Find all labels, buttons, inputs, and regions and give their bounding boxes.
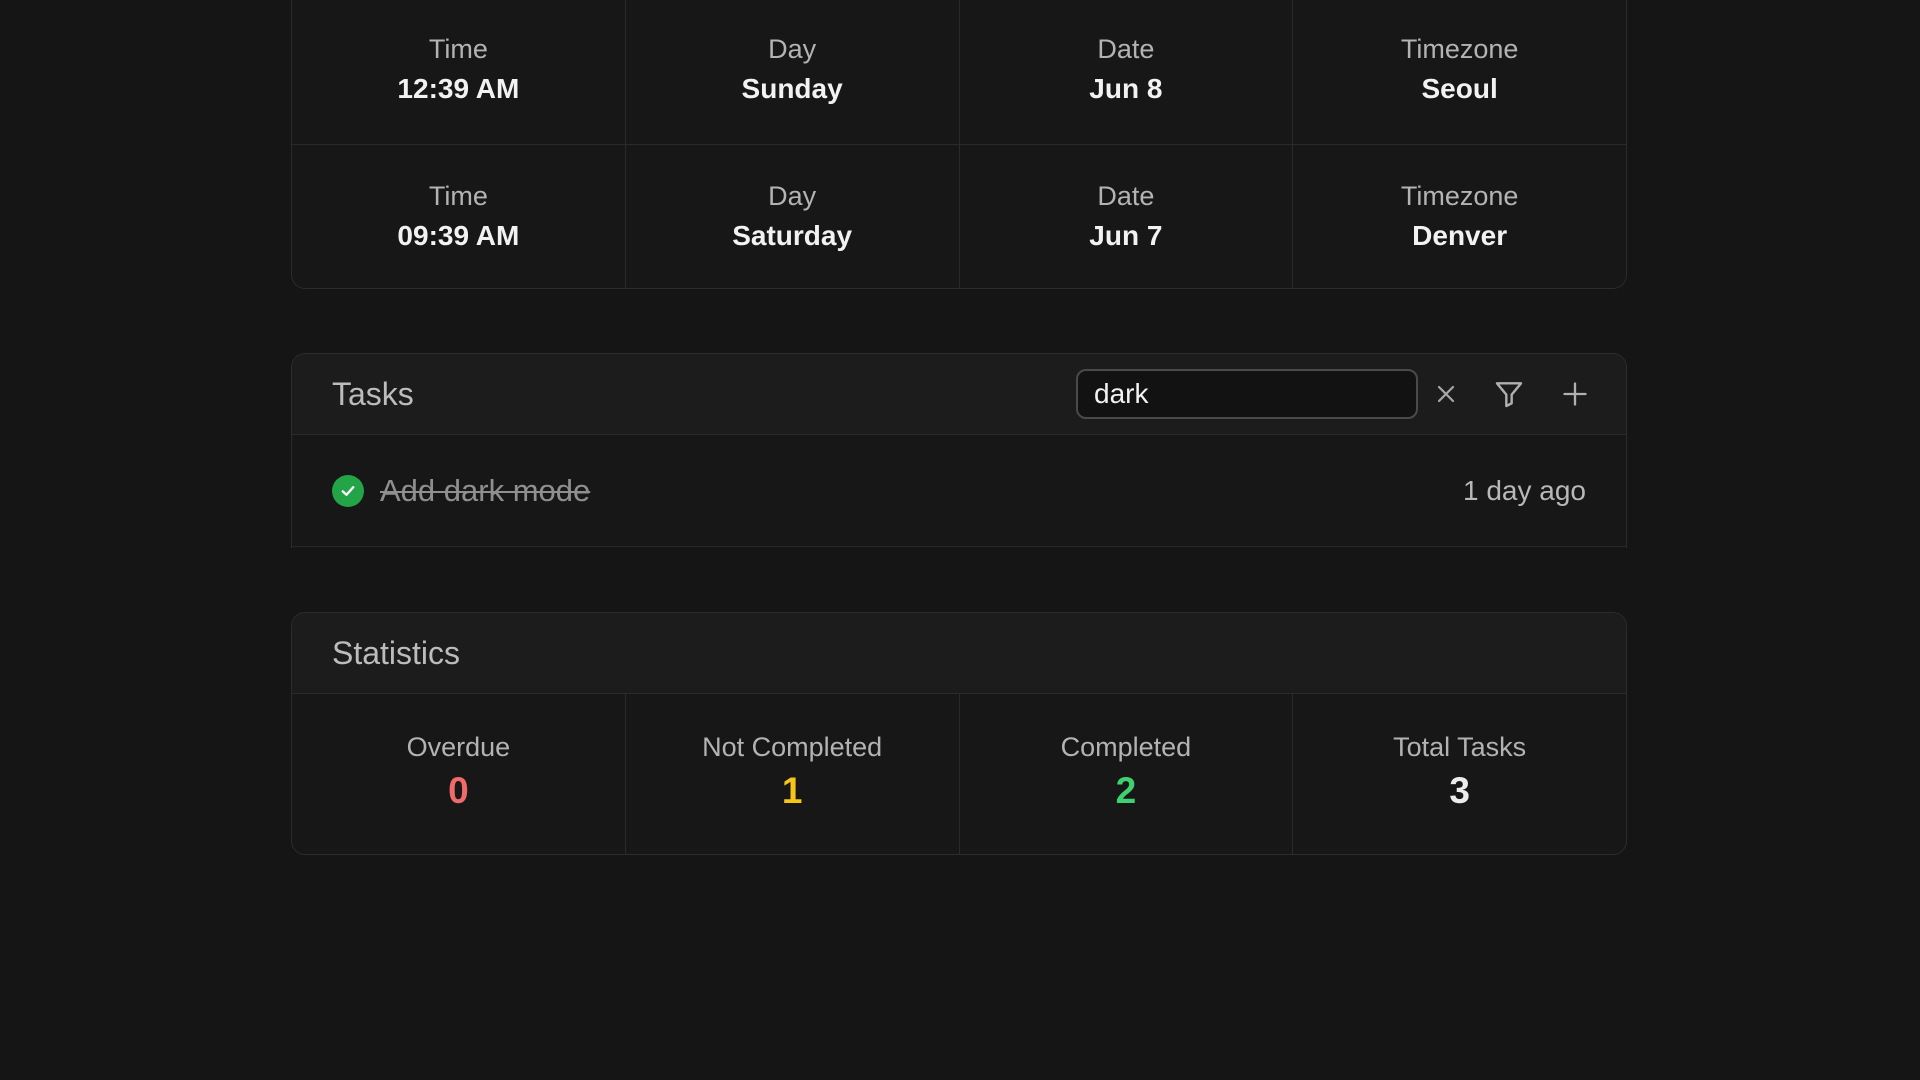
time-cell: Time 09:39 AM <box>292 145 626 288</box>
date-value: Jun 8 <box>1089 73 1163 104</box>
timezone-value: Denver <box>1412 220 1508 251</box>
close-icon[interactable] <box>1426 374 1466 414</box>
date-label: Date <box>1097 181 1155 211</box>
timezone-label: Timezone <box>1400 181 1519 211</box>
stat-label: Total Tasks <box>1393 731 1527 762</box>
date-value: Jun 7 <box>1089 220 1163 251</box>
statistics-card: Statistics Overdue 0 Not Completed 1 Com… <box>291 612 1627 855</box>
task-title[interactable]: Add dark mode <box>380 473 590 509</box>
day-cell: Day Saturday <box>626 145 960 288</box>
tasks-header: Tasks <box>292 354 1626 435</box>
day-value: Sunday <box>741 73 843 104</box>
stat-overdue: Overdue 0 <box>292 694 626 854</box>
time-value: 12:39 AM <box>397 73 520 104</box>
time-label: Time <box>428 181 488 211</box>
time-cell: Time 12:39 AM <box>292 0 626 144</box>
statistics-title: Statistics <box>332 634 461 671</box>
date-label: Date <box>1097 34 1155 64</box>
plus-icon[interactable] <box>1555 374 1595 414</box>
time-label: Time <box>428 34 488 64</box>
stat-label: Not Completed <box>702 731 883 762</box>
stat-value: 0 <box>448 769 469 811</box>
tasks-card: Tasks dark Add dark mode 1 day ago <box>291 353 1627 548</box>
timezone-label: Timezone <box>1400 34 1519 64</box>
stat-value: 3 <box>1449 769 1470 811</box>
day-cell: Day Sunday <box>626 0 960 144</box>
stat-total-tasks: Total Tasks 3 <box>1293 694 1626 854</box>
date-cell: Date Jun 8 <box>960 0 1294 144</box>
timezone-row-seoul: Time 12:39 AM Day Sunday Date Jun 8 Time… <box>292 0 1626 144</box>
stat-label: Overdue <box>406 731 511 762</box>
check-circle-icon[interactable] <box>332 474 364 507</box>
stat-value: 2 <box>1115 769 1137 811</box>
timezone-value: Seoul <box>1421 73 1498 104</box>
timezone-cell: Timezone Denver <box>1293 145 1626 288</box>
stat-value: 1 <box>781 769 803 811</box>
day-label: Day <box>768 34 817 64</box>
tasks-title: Tasks <box>332 375 414 412</box>
stat-label: Completed <box>1060 731 1192 762</box>
date-cell: Date Jun 7 <box>960 145 1294 288</box>
page: Time 12:39 AM Day Sunday Date Jun 8 Time… <box>0 0 1920 1080</box>
task-time: 1 day ago <box>1463 474 1586 506</box>
filter-icon[interactable] <box>1489 374 1529 414</box>
stat-not-completed: Not Completed 1 <box>626 694 960 854</box>
world-clock-card: Time 12:39 AM Day Sunday Date Jun 8 Time… <box>291 0 1627 289</box>
task-row[interactable]: Add dark mode 1 day ago <box>292 435 1626 547</box>
task-search-input[interactable] <box>1094 378 1400 410</box>
statistics-header: Statistics <box>292 613 1626 694</box>
task-search-box[interactable] <box>1076 369 1418 419</box>
day-value: Saturday <box>732 220 853 251</box>
statistics-row: Overdue 0 Not Completed 1 Completed 2 To… <box>292 694 1626 854</box>
time-value: 09:39 AM <box>397 220 520 251</box>
day-label: Day <box>768 181 817 211</box>
stat-completed: Completed 2 <box>960 694 1294 854</box>
timezone-row-denver: Time 09:39 AM Day Saturday Date Jun 7 Ti… <box>292 144 1626 288</box>
timezone-cell: Timezone Seoul <box>1293 0 1626 144</box>
